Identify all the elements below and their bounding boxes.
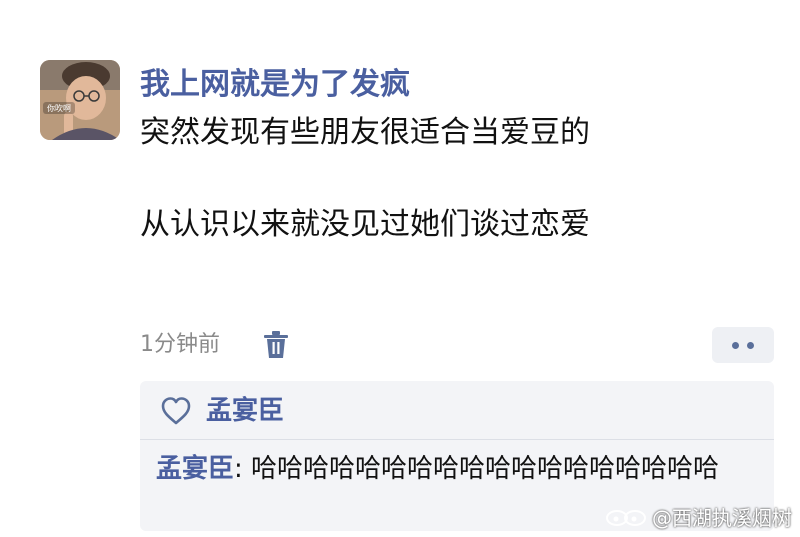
- avatar[interactable]: 你吹啊: [40, 60, 120, 140]
- likes-row: 孟宴臣: [160, 393, 284, 429]
- more-dots-icon: [747, 341, 754, 349]
- post-timestamp: 1分钟前: [140, 332, 220, 357]
- watermark: @西湖执溪烟树: [604, 502, 792, 531]
- trash-icon[interactable]: [263, 331, 289, 359]
- watermark-text: @西湖执溪烟树: [652, 506, 792, 530]
- more-options-button[interactable]: [712, 327, 774, 363]
- heart-icon[interactable]: [160, 396, 192, 426]
- post-text-line-1: 突然发现有些朋友很适合当爱豆的: [140, 115, 590, 150]
- comment-author[interactable]: 孟宴臣: [156, 454, 234, 484]
- comment: 孟宴臣: 哈哈哈哈哈哈哈哈哈哈哈哈哈哈哈哈哈哈: [156, 451, 756, 488]
- more-dots-icon: [732, 341, 739, 349]
- liker-name[interactable]: 孟宴臣: [206, 393, 284, 429]
- weibo-logo-icon: [606, 509, 646, 526]
- comment-separator: :: [234, 454, 252, 484]
- avatar-caption: 你吹啊: [47, 103, 71, 113]
- avatar-photo: 你吹啊: [40, 60, 120, 140]
- divider: [140, 439, 774, 440]
- post-page: 你吹啊 我上网就是为了发疯 突然发现有些朋友很适合当爱豆的 从认识以来就没见过她…: [0, 0, 800, 537]
- username[interactable]: 我上网就是为了发疯: [140, 65, 410, 105]
- comment-text: 哈哈哈哈哈哈哈哈哈哈哈哈哈哈哈哈哈哈: [251, 454, 720, 484]
- post-text-line-2: 从认识以来就没见过她们谈过恋爱: [140, 207, 590, 242]
